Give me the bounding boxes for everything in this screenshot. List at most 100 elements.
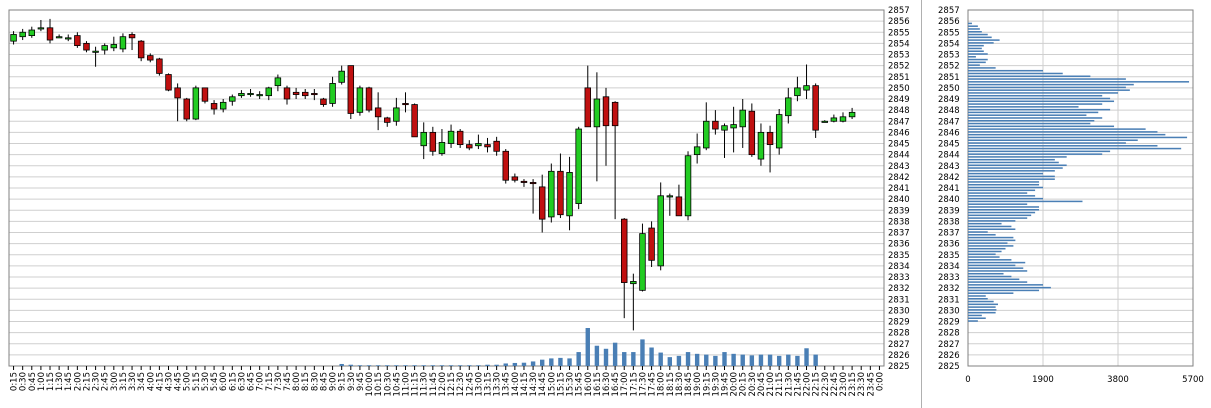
profile-bar bbox=[968, 178, 1055, 180]
candle-body bbox=[557, 170, 564, 216]
candle-body bbox=[529, 182, 537, 185]
profile-bar bbox=[968, 167, 1063, 169]
candle-body bbox=[411, 104, 418, 138]
profile-bar bbox=[968, 189, 1036, 192]
profile-bar bbox=[968, 259, 1012, 261]
y-tick-label: 2838 bbox=[888, 217, 910, 227]
candle-body bbox=[639, 233, 646, 291]
y-tick-label: 2854 bbox=[888, 39, 910, 49]
y-tick-label: 2844 bbox=[938, 151, 960, 161]
candle-body bbox=[848, 111, 856, 118]
profile-bar bbox=[968, 94, 1103, 97]
volume-bar bbox=[740, 354, 745, 366]
profile-bar bbox=[968, 67, 996, 69]
y-tick-label: 2830 bbox=[888, 306, 910, 316]
profile-bar bbox=[968, 281, 1028, 283]
volume-bar bbox=[558, 357, 563, 366]
y-tick-label: 2855 bbox=[938, 28, 960, 38]
candle-body bbox=[46, 27, 54, 41]
y-tick-label: 2835 bbox=[888, 251, 910, 261]
candle-body bbox=[393, 107, 400, 122]
profile-bar bbox=[968, 122, 1091, 125]
volume-bar bbox=[540, 359, 545, 366]
candle-body bbox=[420, 131, 427, 147]
y-tick-label: 2842 bbox=[938, 173, 960, 183]
volume-bar bbox=[776, 355, 782, 366]
candle-body bbox=[274, 77, 282, 87]
y-tick-label: 2848 bbox=[938, 106, 960, 116]
volume-bar bbox=[421, 365, 426, 366]
candle-body bbox=[693, 146, 701, 156]
y-tick-label: 2850 bbox=[888, 84, 910, 94]
volume-bar bbox=[439, 365, 445, 366]
profile-bar bbox=[968, 156, 1067, 158]
y-tick-label: 2831 bbox=[938, 295, 960, 305]
candle-body bbox=[766, 131, 774, 146]
profile-bar bbox=[968, 108, 1111, 111]
y-tick-label: 2832 bbox=[888, 284, 910, 294]
y-tick-label: 2828 bbox=[938, 329, 960, 339]
profile-bar bbox=[968, 206, 1040, 208]
profile-bar bbox=[968, 272, 1004, 275]
volume-bar bbox=[622, 352, 627, 366]
profile-bar bbox=[968, 111, 1099, 114]
volume-bar bbox=[667, 357, 673, 366]
y-tick-label: 2853 bbox=[888, 51, 910, 61]
x-tick-label: 0:00 bbox=[875, 372, 885, 391]
y-tick-label: 2826 bbox=[938, 351, 960, 361]
y-tick-label: 2832 bbox=[938, 284, 960, 294]
profile-bar bbox=[968, 275, 1012, 278]
candle-body bbox=[821, 120, 828, 123]
profile-bar bbox=[968, 92, 1118, 94]
profile-bar bbox=[968, 106, 1079, 108]
profile-bar bbox=[968, 22, 972, 25]
y-tick-label: 2834 bbox=[888, 262, 910, 272]
candle-body bbox=[174, 87, 181, 99]
profile-bar bbox=[968, 164, 1067, 167]
candle-body bbox=[247, 93, 254, 96]
candle-body bbox=[201, 87, 209, 102]
profile-bar bbox=[968, 203, 1028, 205]
candle-body bbox=[511, 176, 519, 181]
profile-bar bbox=[968, 264, 1016, 267]
profile-bar bbox=[968, 133, 1166, 136]
volume-bar bbox=[649, 347, 654, 366]
profile-bar bbox=[968, 100, 1115, 103]
profile-bar bbox=[968, 103, 1103, 105]
candle-body bbox=[65, 37, 72, 40]
volume-bar bbox=[704, 354, 709, 366]
profile-bar bbox=[968, 231, 988, 233]
y-tick-label: 2855 bbox=[888, 28, 910, 38]
profile-bar bbox=[968, 270, 1028, 272]
profile-bar bbox=[968, 28, 980, 30]
profile-bar bbox=[968, 292, 1014, 294]
profile-bar bbox=[968, 25, 978, 27]
profile-bar bbox=[968, 172, 1043, 175]
profile-bar bbox=[968, 81, 1190, 83]
profile-bar bbox=[968, 220, 1016, 222]
candle-body bbox=[456, 130, 464, 146]
profile-bar bbox=[968, 211, 1036, 214]
volume-bar bbox=[749, 355, 755, 366]
y-tick-label: 2843 bbox=[888, 162, 910, 172]
y-tick-label: 2847 bbox=[938, 117, 960, 127]
y-tick-label: 2840 bbox=[888, 195, 910, 205]
volume-bar bbox=[685, 352, 691, 366]
y-tick-label: 2827 bbox=[888, 340, 910, 350]
candle-body bbox=[794, 87, 801, 97]
candle-body bbox=[402, 103, 409, 106]
profile-bar bbox=[968, 142, 1126, 144]
profile-bar bbox=[968, 245, 1014, 247]
y-tick-label: 2835 bbox=[938, 251, 960, 261]
volume-bar bbox=[631, 352, 636, 366]
candle-body bbox=[830, 117, 838, 122]
candle-body bbox=[648, 227, 655, 261]
volume-bar bbox=[448, 365, 454, 366]
y-tick-label: 2838 bbox=[938, 217, 960, 227]
candle-body bbox=[283, 87, 291, 100]
profile-bar bbox=[968, 200, 1083, 203]
y-tick-label: 2847 bbox=[888, 117, 910, 127]
candle-body bbox=[712, 120, 719, 130]
candle-body bbox=[19, 31, 26, 38]
y-tick-label: 2849 bbox=[888, 95, 910, 105]
